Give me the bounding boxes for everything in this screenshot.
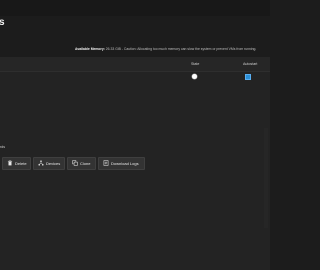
table-header: State Autostart (0, 57, 270, 72)
column-autostart-header: Autostart (243, 62, 258, 66)
available-memory-label: Available Memory: (75, 47, 105, 51)
trash-icon (7, 160, 13, 167)
clone-icon (72, 160, 78, 167)
column-state-header: State (191, 62, 200, 66)
autostart-checkbox[interactable] (245, 74, 251, 80)
devices-button[interactable]: Devices (33, 157, 65, 170)
delete-button-label: Delete (15, 161, 27, 166)
download-logs-button-label: Download Logs (111, 161, 139, 166)
available-memory-text: 26.33 GiB - Caution: Allocating too much… (104, 47, 257, 51)
page-title: s (0, 17, 5, 28)
download-logs-icon (103, 160, 109, 167)
scrollbar[interactable] (264, 128, 268, 228)
download-logs-button[interactable]: Download Logs (98, 157, 145, 170)
devices-icon (38, 160, 44, 167)
devices-button-label: Devices (46, 161, 61, 166)
clone-button-label: Clone (80, 161, 91, 166)
clone-button[interactable]: Clone (67, 157, 96, 170)
available-memory-notice: Available Memory: 26.33 GiB - Caution: A… (75, 46, 270, 52)
delete-button[interactable]: Delete (2, 157, 31, 170)
table-row[interactable] (0, 72, 270, 82)
section-label: ords (0, 145, 5, 149)
state-toggle[interactable] (192, 74, 197, 79)
top-bar (0, 0, 270, 16)
